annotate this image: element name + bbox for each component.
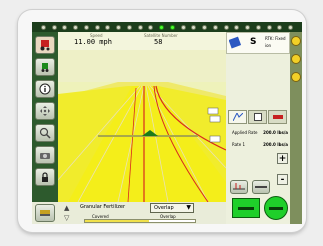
coverage-bar bbox=[84, 219, 196, 223]
tab-grid[interactable] bbox=[248, 110, 267, 124]
lightbar-led bbox=[180, 24, 186, 30]
lightbar-led bbox=[126, 24, 132, 30]
camera-icon[interactable] bbox=[35, 146, 55, 164]
lightbar-led bbox=[245, 24, 251, 30]
green-round-button[interactable] bbox=[264, 196, 288, 220]
map-status-bar: Speed 11.00 mph Satellite Number 58 bbox=[58, 32, 226, 51]
product-strip: ▲ ▽ Granular Fertilizer Overlap ▼ Covere… bbox=[32, 202, 226, 224]
rail-button-3[interactable] bbox=[291, 72, 301, 82]
lightbar-led bbox=[148, 24, 154, 30]
decrease-rate-button[interactable]: - bbox=[277, 174, 288, 185]
lightbar-led bbox=[191, 24, 197, 30]
applied-rate-row: Applied Rate 200.0 lbs/a bbox=[232, 130, 288, 135]
lightbar-led bbox=[116, 24, 122, 30]
lightbar-led bbox=[212, 24, 218, 30]
zoom-icon[interactable] bbox=[35, 124, 55, 142]
pan-arrows-icon[interactable] bbox=[35, 102, 55, 120]
applied-rate-value: 200.0 lbs/a bbox=[263, 130, 288, 135]
rail-button-1[interactable] bbox=[291, 36, 301, 46]
display-screen: Speed 11.00 mph Satellite Number 58 ▲ ▽ … bbox=[32, 22, 302, 224]
rate1-label: Rate 1 bbox=[232, 142, 245, 147]
overlap-dropdown[interactable]: Overlap ▼ bbox=[150, 203, 194, 213]
lightbar-led bbox=[266, 24, 272, 30]
green-square-label bbox=[238, 206, 254, 210]
info-icon[interactable] bbox=[35, 80, 55, 98]
increase-rate-button[interactable]: + bbox=[277, 153, 288, 164]
grid-tab-icon bbox=[253, 113, 262, 121]
rate1-row: Rate 1 200.0 lbs/a bbox=[232, 142, 288, 147]
speed-value: 11.00 mph bbox=[74, 38, 112, 46]
lightbar-led bbox=[51, 24, 57, 30]
green-round-label bbox=[269, 206, 283, 210]
applied-rate-label: Applied Rate bbox=[232, 130, 258, 135]
lightbar-led bbox=[105, 24, 111, 30]
implement-icon[interactable] bbox=[35, 58, 55, 76]
down-arrow-icon[interactable]: ▽ bbox=[64, 214, 69, 222]
gps-fix-status: RTK: Fixed bbox=[265, 36, 286, 41]
tab-map[interactable] bbox=[228, 110, 247, 124]
panel-tabs bbox=[228, 110, 288, 124]
lightbar bbox=[32, 22, 302, 32]
rate1-value: 200.0 lbs/a bbox=[263, 142, 288, 147]
left-toolbar bbox=[32, 32, 58, 202]
implement-tab-icon bbox=[272, 115, 283, 119]
gps-receiver-icon bbox=[229, 36, 242, 49]
lightbar-led-active bbox=[159, 24, 165, 30]
tab-implement[interactable] bbox=[268, 110, 287, 124]
right-rail bbox=[290, 32, 302, 224]
lightbar-led bbox=[83, 24, 89, 30]
lightbar-led bbox=[73, 24, 79, 30]
overlap-dropdown-value: Overlap bbox=[154, 205, 174, 211]
lightbar-led bbox=[202, 24, 208, 30]
product-icon[interactable] bbox=[35, 204, 55, 222]
lightbar-led bbox=[223, 24, 229, 30]
boom-icon[interactable] bbox=[252, 180, 270, 194]
section-control-icon[interactable] bbox=[230, 180, 248, 194]
gps-status-letter: S bbox=[250, 37, 257, 47]
rail-button-2[interactable] bbox=[291, 54, 301, 64]
vehicle-icon[interactable] bbox=[35, 36, 55, 54]
map-tab-icon bbox=[232, 113, 243, 121]
up-arrow-icon[interactable]: ▲ bbox=[64, 204, 69, 212]
lightbar-led bbox=[255, 24, 261, 30]
lightbar-led bbox=[277, 24, 283, 30]
product-name: Granular Fertilizer bbox=[80, 204, 126, 210]
lightbar-led-active bbox=[169, 24, 175, 30]
guidance-map[interactable] bbox=[58, 50, 226, 202]
chevron-down-icon: ▼ bbox=[186, 204, 191, 211]
gps-fix-sub: ion bbox=[265, 43, 272, 48]
lightbar-led bbox=[288, 24, 294, 30]
coverage-fill bbox=[85, 220, 149, 222]
satellite-value: 58 bbox=[154, 38, 163, 46]
lightbar-led bbox=[94, 24, 100, 30]
green-square-button[interactable] bbox=[232, 198, 260, 218]
lightbar-led bbox=[62, 24, 68, 30]
lightbar-led bbox=[40, 24, 46, 30]
lightbar-led bbox=[137, 24, 143, 30]
gps-header: S RTK: Fixed ion bbox=[226, 32, 290, 54]
lock-icon[interactable] bbox=[35, 168, 55, 186]
lightbar-led bbox=[234, 24, 240, 30]
